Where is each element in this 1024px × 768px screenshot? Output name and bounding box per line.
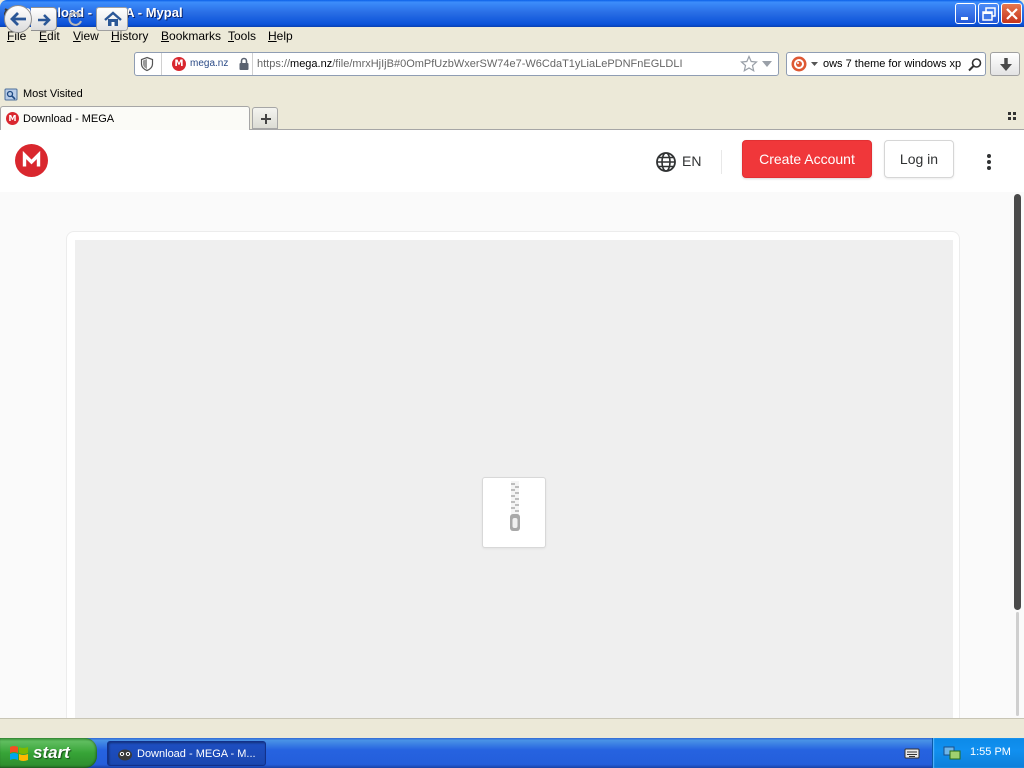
taskbar-item-label: Download - MEGA - M... <box>137 748 256 760</box>
file-preview-area <box>75 240 953 718</box>
close-icon <box>1006 8 1018 20</box>
menu-view[interactable]: View <box>73 29 99 43</box>
taskbar-item-mypal[interactable]: Download - MEGA - M... <box>107 741 266 766</box>
most-visited-folder-icon <box>4 88 18 101</box>
more-menu-button[interactable] <box>980 150 998 174</box>
new-tab-button[interactable] <box>252 107 278 129</box>
bookmarks-toolbar: Most Visited <box>0 84 1024 106</box>
start-button[interactable]: start <box>0 738 97 768</box>
keyboard-language-icon[interactable] <box>904 746 920 760</box>
create-account-button[interactable]: Create Account <box>742 140 872 178</box>
reload-icon <box>68 11 82 26</box>
close-button[interactable] <box>1001 3 1022 24</box>
zip-file-icon <box>482 477 546 548</box>
kebab-menu-icon <box>987 154 991 170</box>
shield-icon[interactable] <box>139 56 155 72</box>
url-dropdown-icon[interactable] <box>762 61 772 68</box>
reload-button[interactable] <box>62 7 88 31</box>
network-tray-icon[interactable] <box>943 745 961 761</box>
plus-icon <box>261 114 271 124</box>
globe-icon <box>656 152 676 172</box>
menu-bookmarks[interactable]: Bookmarks <box>161 29 221 43</box>
search-input[interactable]: ows 7 theme for windows xp <box>823 58 963 70</box>
search-icon[interactable] <box>967 57 983 73</box>
minimize-icon <box>961 17 968 20</box>
url-bar[interactable]: M mega.nz https://mega.nz/file/mrxHjIjB#… <box>134 52 779 76</box>
forward-button[interactable] <box>31 7 57 31</box>
restore-icon <box>982 7 996 21</box>
tab-download-mega[interactable]: M Download - MEGA <box>0 106 250 130</box>
tab-label: Download - MEGA <box>23 113 115 125</box>
minimize-button[interactable] <box>955 3 976 24</box>
home-button[interactable] <box>96 7 128 31</box>
menu-tools[interactable]: Tools <box>228 29 256 43</box>
bookmark-most-visited[interactable]: Most Visited <box>23 88 83 100</box>
scrollbar-track[interactable] <box>1016 612 1019 716</box>
menu-bar: File Edit View History Bookmarks Tools H… <box>0 27 1024 46</box>
downloads-button[interactable] <box>990 52 1020 76</box>
restore-button[interactable] <box>978 3 999 24</box>
download-arrow-icon <box>1000 58 1012 71</box>
mega-logo[interactable] <box>15 144 48 177</box>
start-label: start <box>33 743 70 762</box>
back-button[interactable] <box>4 5 32 33</box>
search-bar[interactable]: ows 7 theme for windows xp <box>786 52 986 76</box>
duckduckgo-icon[interactable] <box>791 56 807 72</box>
search-engine-dropdown-icon[interactable] <box>811 62 818 67</box>
scrollbar-thumb[interactable] <box>1014 194 1021 610</box>
forward-arrow-icon <box>38 14 51 26</box>
lock-icon <box>239 57 249 70</box>
url-input[interactable]: https://mega.nz/file/mrxHjIjB#0OmPfUzbWx… <box>257 58 737 70</box>
site-domain-label: mega.nz <box>190 58 229 69</box>
mega-tab-favicon: M <box>6 112 19 125</box>
mega-favicon: M <box>172 57 186 71</box>
list-all-tabs-icon[interactable] <box>1008 112 1018 122</box>
zipper-icon <box>510 481 520 531</box>
tab-strip: M Download - MEGA <box>0 106 1024 130</box>
back-arrow-icon <box>10 12 26 26</box>
mega-header: EN Create Account Log in <box>0 130 1024 192</box>
menu-help[interactable]: Help <box>268 29 293 43</box>
title-bar[interactable]: Download - MEGA - Mypal <box>0 0 1024 27</box>
system-tray: 1:55 PM <box>932 738 1024 768</box>
mega-logo-icon <box>22 150 41 167</box>
page-scrollbar[interactable] <box>1012 192 1024 718</box>
status-bar <box>0 718 1024 738</box>
file-preview-card <box>66 231 960 718</box>
taskbar-clock[interactable]: 1:55 PM <box>970 746 1011 758</box>
mypal-taskbar-icon <box>118 749 132 761</box>
login-button[interactable]: Log in <box>884 140 954 178</box>
windows-flag-icon <box>10 746 28 761</box>
home-icon <box>104 11 122 26</box>
taskbar: start Download - MEGA - M... 1:55 PM <box>0 738 1024 768</box>
language-label: EN <box>682 153 702 169</box>
header-divider <box>721 150 722 174</box>
site-identity-button[interactable]: M mega.nz <box>161 53 253 75</box>
page-content: EN Create Account Log in <box>0 130 1024 718</box>
bookmark-star-icon[interactable] <box>740 55 758 73</box>
